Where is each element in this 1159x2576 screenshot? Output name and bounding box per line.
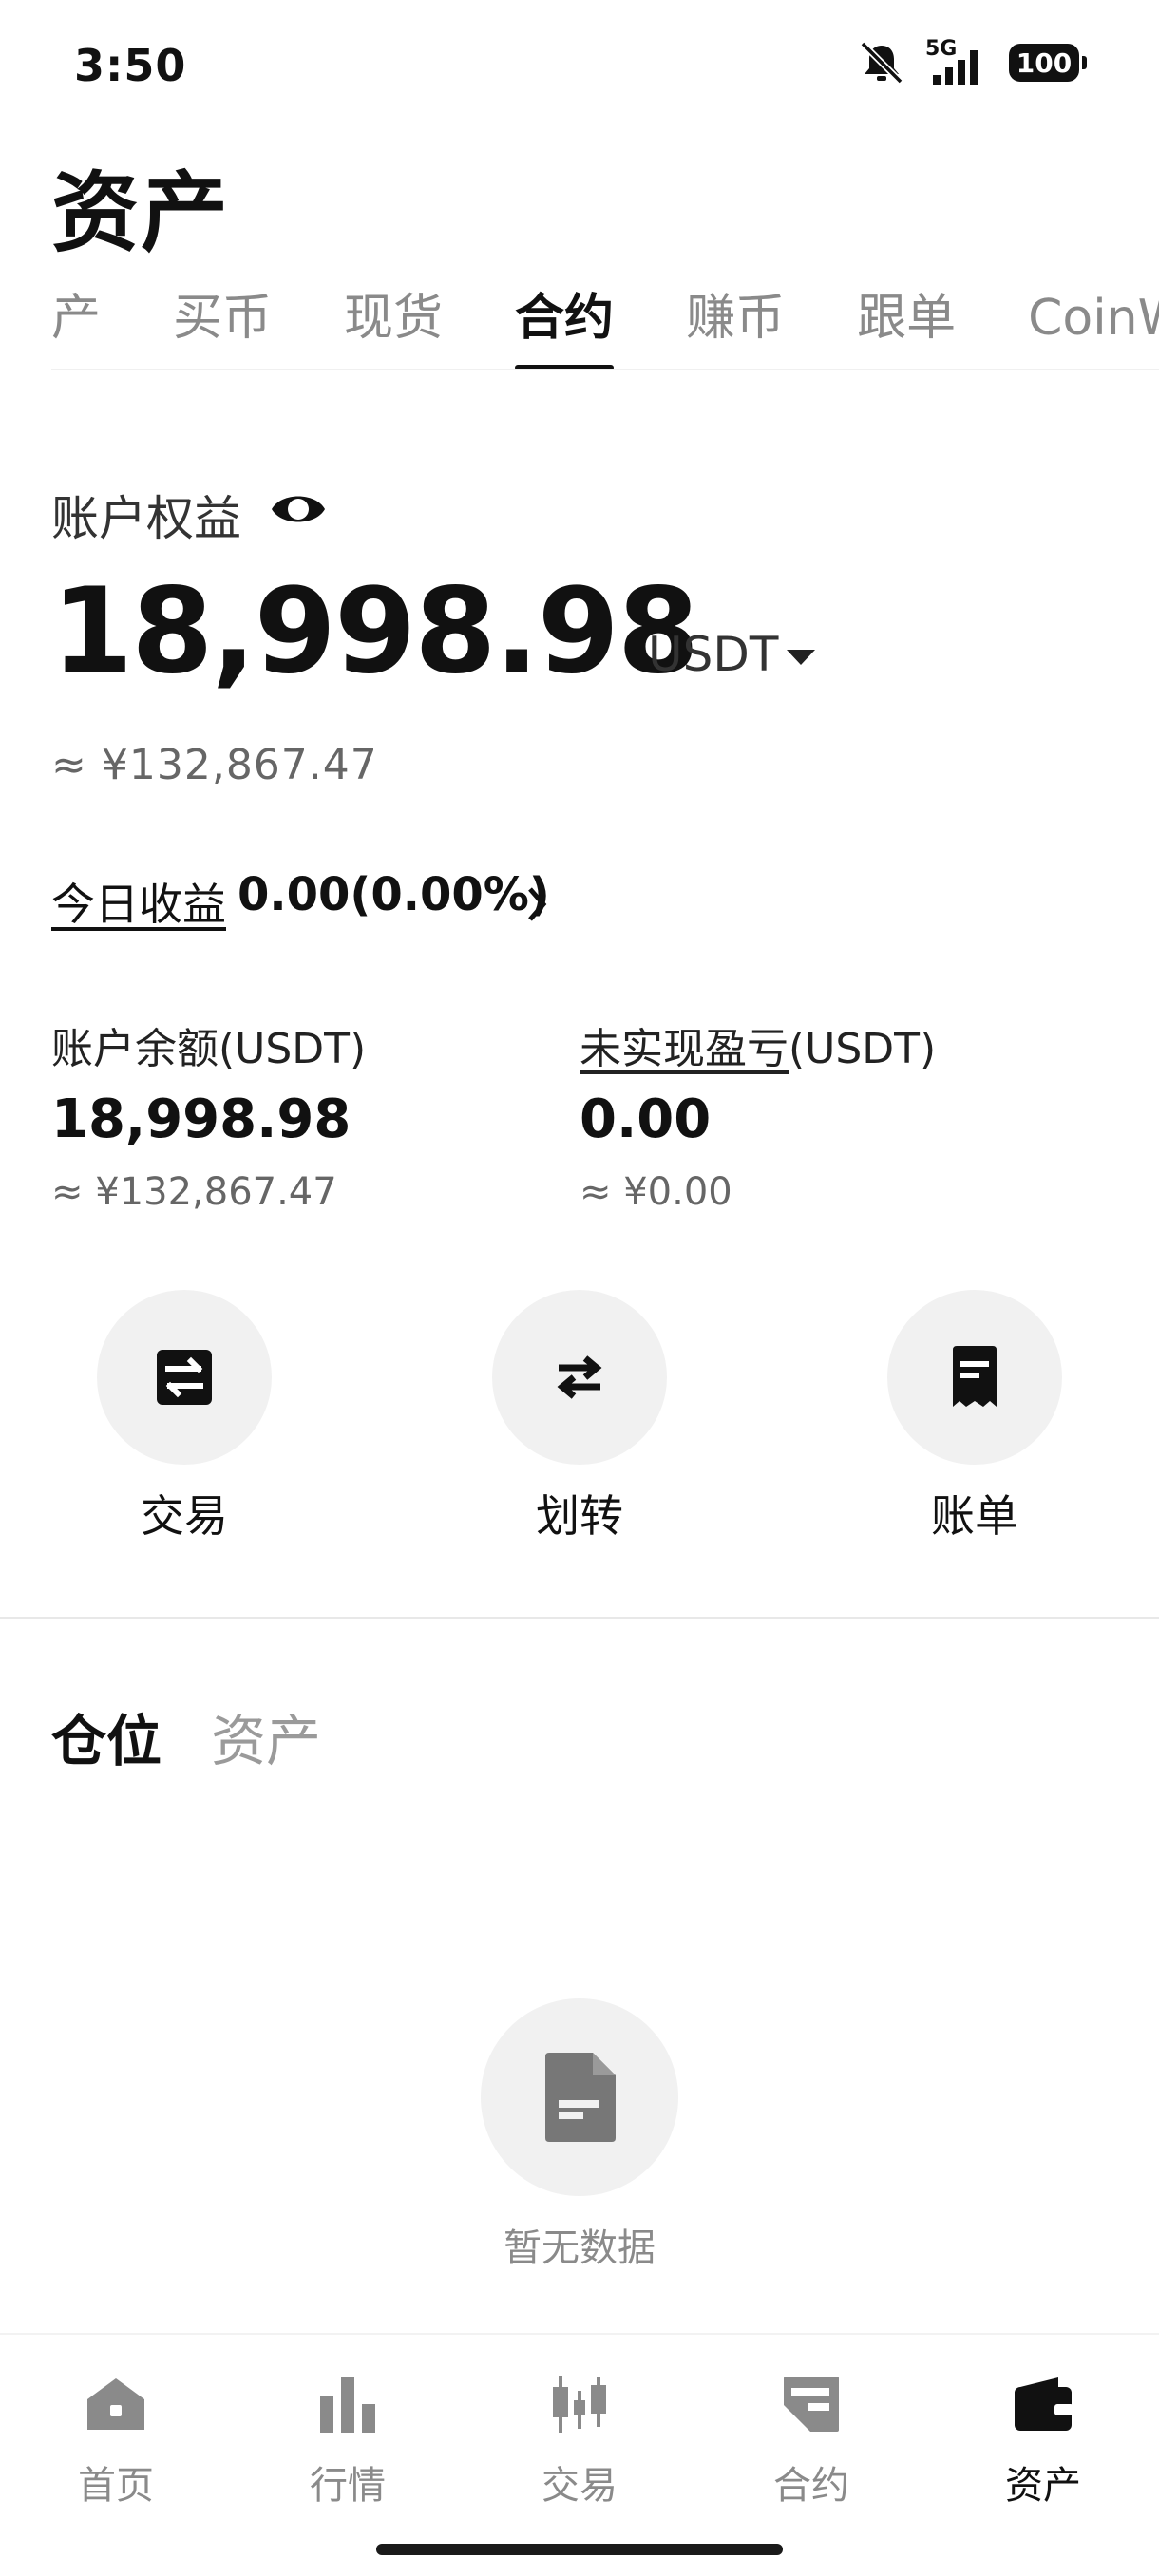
tab-assets[interactable]: 资产 (211, 1696, 321, 1776)
receipt-icon (953, 1346, 997, 1407)
balance-cny-value: ≈ ¥132,867.47 (51, 1170, 337, 1214)
trade-button[interactable] (97, 1290, 272, 1465)
signal-icon: 5G (923, 37, 992, 85)
tab-earn[interactable]: 赚币 (686, 285, 785, 370)
eye-icon[interactable] (268, 483, 329, 536)
equity-label: 账户权益 (51, 491, 241, 546)
section-divider (0, 1617, 1159, 1619)
nav-market-label: 行情 (310, 2464, 386, 2508)
trade-icon (157, 1350, 212, 1405)
balance-label: 账户余额(USDT) (51, 1025, 367, 1073)
tabs-divider (51, 369, 1159, 370)
today-pnl-value: 0.00(0.00%) (238, 868, 550, 921)
empty-state-text: 暂无数据 (504, 2226, 656, 2270)
unrealized-pnl-label[interactable]: 未实现盈亏(USDT) (580, 1014, 936, 1075)
asset-tabs: 产 买币 现货 合约 赚币 跟单 CoinW (51, 285, 1159, 370)
currency-selector[interactable]: USDT (648, 627, 778, 682)
nav-assets-label: 资产 (1005, 2464, 1081, 2508)
unrealized-pnl-unit: (USDT) (788, 1025, 937, 1073)
bottom-nav-divider (0, 2333, 1159, 2335)
futures-icon (784, 2377, 839, 2432)
empty-state-illustration (481, 1998, 678, 2196)
battery-level: 100 (1016, 47, 1073, 79)
equity-cny-value: ≈ ¥132,867.47 (51, 741, 378, 789)
tab-buy-crypto[interactable]: 买币 (173, 285, 272, 370)
battery-icon: 100 (1009, 44, 1087, 82)
unrealized-pnl-value: 0.00 (580, 1089, 712, 1150)
bar-chart-icon (320, 2377, 375, 2433)
equity-value: 18,998.98 (51, 563, 699, 700)
transfer-button-label[interactable]: 划转 (456, 1482, 703, 1544)
status-time: 3:50 (74, 40, 187, 91)
transfer-button[interactable] (492, 1290, 667, 1465)
candlestick-icon (553, 2376, 606, 2433)
nav-home[interactable]: 首页 (21, 2371, 211, 2510)
nav-home-label: 首页 (78, 2464, 154, 2508)
tab-futures[interactable]: 合约 (515, 285, 615, 370)
nav-trade[interactable]: 交易 (484, 2371, 674, 2510)
tab-coinw[interactable]: CoinW (1028, 285, 1159, 370)
home-icon (87, 2378, 144, 2430)
nav-assets[interactable]: 资产 (948, 2371, 1138, 2510)
today-pnl-label[interactable]: 今日收益 (51, 870, 226, 933)
document-icon (545, 2053, 616, 2142)
wallet-icon (1015, 2377, 1074, 2431)
nav-futures-label: 合约 (773, 2464, 849, 2508)
nav-trade-label: 交易 (542, 2464, 618, 2508)
tab-spot[interactable]: 现货 (344, 285, 443, 370)
trade-button-label[interactable]: 交易 (61, 1482, 308, 1544)
chevron-right-icon[interactable] (522, 881, 551, 927)
page-title: 资产 (51, 162, 231, 264)
balance-value: 18,998.98 (51, 1089, 352, 1150)
bill-button[interactable] (887, 1290, 1062, 1465)
unrealized-pnl-cny-value: ≈ ¥0.00 (580, 1170, 732, 1214)
tab-copy-trading[interactable]: 跟单 (857, 285, 956, 370)
nav-futures[interactable]: 合约 (716, 2371, 906, 2510)
bell-muted-icon (860, 41, 903, 85)
tab-positions[interactable]: 仓位 (51, 1696, 162, 1776)
unrealized-pnl-link[interactable]: 未实现盈亏 (580, 1025, 788, 1073)
transfer-icon (557, 1355, 602, 1399)
nav-market[interactable]: 行情 (253, 2371, 443, 2510)
bill-button-label[interactable]: 账单 (851, 1482, 1098, 1544)
caret-down-icon[interactable] (787, 650, 815, 665)
home-indicator[interactable] (376, 2544, 783, 2555)
status-icons: 5G 100 (857, 37, 1087, 87)
tab-overview[interactable]: 产 (51, 285, 101, 370)
